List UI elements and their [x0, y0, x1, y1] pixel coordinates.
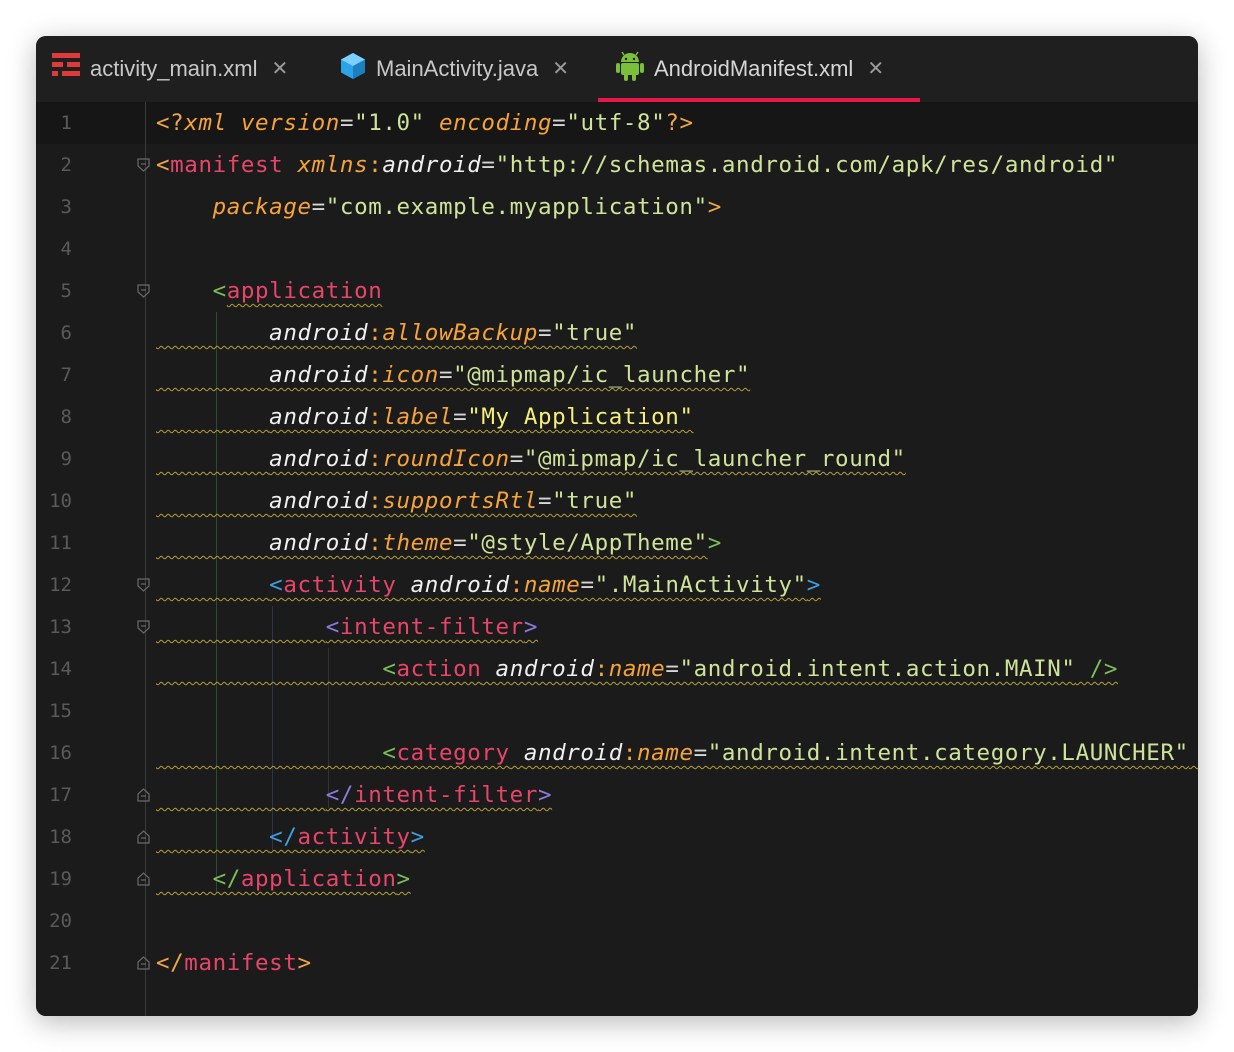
code-line-3: 3 package="com.example.myapplication">	[36, 186, 1198, 228]
close-icon[interactable]: ✕	[271, 59, 288, 79]
code-line-15: 15	[36, 690, 1198, 732]
tab-android-manifest[interactable]: AndroidManifest.xml ✕	[616, 36, 884, 102]
line-number: 14	[49, 658, 72, 680]
tab-main-activity[interactable]: MainActivity.java ✕	[340, 36, 569, 102]
line-number: 5	[60, 280, 72, 302]
line-number: 18	[49, 826, 72, 848]
line-number: 4	[60, 238, 72, 260]
fold-end-icon[interactable]	[137, 830, 150, 844]
tab-label: activity_main.xml	[90, 56, 258, 81]
line-number: 21	[49, 952, 72, 974]
fold-icon[interactable]	[137, 620, 150, 634]
code-line-2: 2 <manifest xmlns:android="http://schema…	[36, 144, 1198, 186]
close-icon[interactable]: ✕	[552, 59, 569, 79]
code-line-19: 19 </application>	[36, 858, 1198, 900]
code-line-12: 12 <activity android:name=".MainActivity…	[36, 564, 1198, 606]
code-line-7: 7 android:icon="@mipmap/ic_launcher"	[36, 354, 1198, 396]
line-number: 11	[49, 532, 72, 554]
line-number: 12	[49, 574, 72, 596]
code-line-21: 21 </manifest>	[36, 942, 1198, 984]
code-line-14: 14 <action android:name="android.intent.…	[36, 648, 1198, 690]
code-line-8: 8 android:label="My Application"	[36, 396, 1198, 438]
line-number: 17	[49, 784, 72, 806]
tab-label: MainActivity.java	[376, 56, 539, 81]
line-number: 10	[49, 490, 72, 512]
line-number: 15	[49, 700, 72, 722]
fold-end-icon[interactable]	[137, 872, 150, 886]
code-line-10: 10 android:supportsRtl="true"	[36, 480, 1198, 522]
line-number: 6	[60, 322, 72, 344]
code-line-4: 4	[36, 228, 1198, 270]
tab-bar: activity_main.xml ✕ MainActivity.java ✕	[36, 36, 1198, 102]
code-line-5: 5 <application	[36, 270, 1198, 312]
android-icon	[616, 51, 644, 87]
code-editor[interactable]: 1 <?xml version="1.0" encoding="utf-8"?>…	[36, 102, 1198, 1016]
line-number: 7	[60, 364, 72, 386]
code-line-16: 16 <category android:name="android.inten…	[36, 732, 1198, 774]
fold-icon[interactable]	[137, 158, 150, 172]
code-line-6: 6 android:allowBackup="true"	[36, 312, 1198, 354]
line-number: 19	[49, 868, 72, 890]
line-number: 1	[60, 112, 72, 134]
fold-icon[interactable]	[137, 284, 150, 298]
code-line-11: 11 android:theme="@style/AppTheme">	[36, 522, 1198, 564]
line-number: 9	[60, 448, 72, 470]
code-line-17: 17 </intent-filter>	[36, 774, 1198, 816]
code-line-13: 13 <intent-filter>	[36, 606, 1198, 648]
line-number: 20	[49, 910, 72, 932]
layout-xml-icon	[52, 53, 80, 85]
fold-end-icon[interactable]	[137, 956, 150, 970]
line-number: 13	[49, 616, 72, 638]
line-number: 8	[60, 406, 72, 428]
fold-icon[interactable]	[137, 578, 150, 592]
code-line-9: 9 android:roundIcon="@mipmap/ic_launcher…	[36, 438, 1198, 480]
line-number: 3	[60, 196, 72, 218]
line-number: 2	[60, 154, 72, 176]
code-line-1: 1 <?xml version="1.0" encoding="utf-8"?>	[36, 102, 1198, 144]
line-number: 16	[49, 742, 72, 764]
code-line-18: 18 </activity>	[36, 816, 1198, 858]
fold-end-icon[interactable]	[137, 788, 150, 802]
java-class-icon	[340, 52, 366, 86]
close-icon[interactable]: ✕	[867, 59, 884, 79]
code-line-20: 20	[36, 900, 1198, 942]
tab-activity-main[interactable]: activity_main.xml ✕	[52, 36, 288, 102]
editor-window: activity_main.xml ✕ MainActivity.java ✕	[36, 36, 1198, 1016]
tab-label: AndroidManifest.xml	[654, 56, 854, 81]
